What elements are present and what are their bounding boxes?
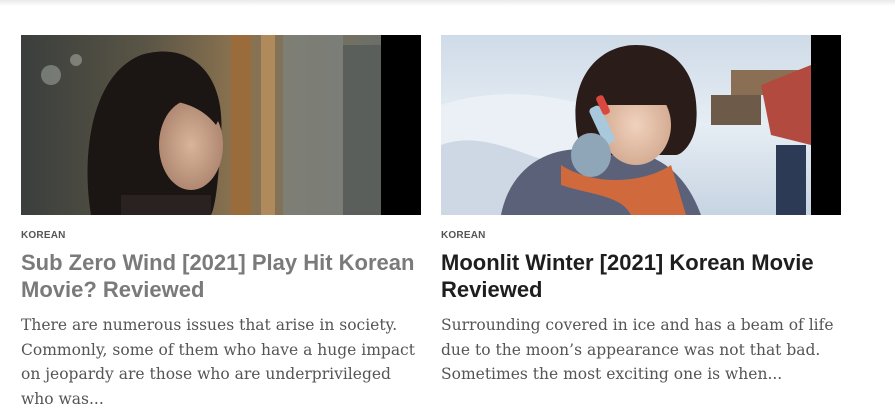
post-thumbnail-image[interactable] (21, 35, 421, 215)
header-shadow (0, 0, 895, 6)
post-category[interactable]: KOREAN (441, 230, 841, 242)
post-excerpt: There are numerous issues that arise in … (21, 316, 415, 408)
post-thumbnail-image[interactable] (441, 35, 841, 215)
post-excerpt: Surrounding covered in ice and has a bea… (441, 316, 834, 383)
thumbnail-photo (21, 35, 421, 215)
thumbnail-photo (441, 35, 841, 215)
post-title-link[interactable]: Moonlit Winter [2021] Korean Movie Revie… (441, 249, 841, 303)
post-card-moonlit-winter: KOREAN Moonlit Winter [2021] Korean Movi… (441, 35, 841, 387)
post-card-sub-zero-wind: KOREAN Sub Zero Wind [2021] Play Hit Kor… (21, 35, 421, 410)
post-title-link[interactable]: Sub Zero Wind [2021] Play Hit Korean Mov… (21, 249, 421, 303)
post-category[interactable]: KOREAN (21, 230, 421, 242)
